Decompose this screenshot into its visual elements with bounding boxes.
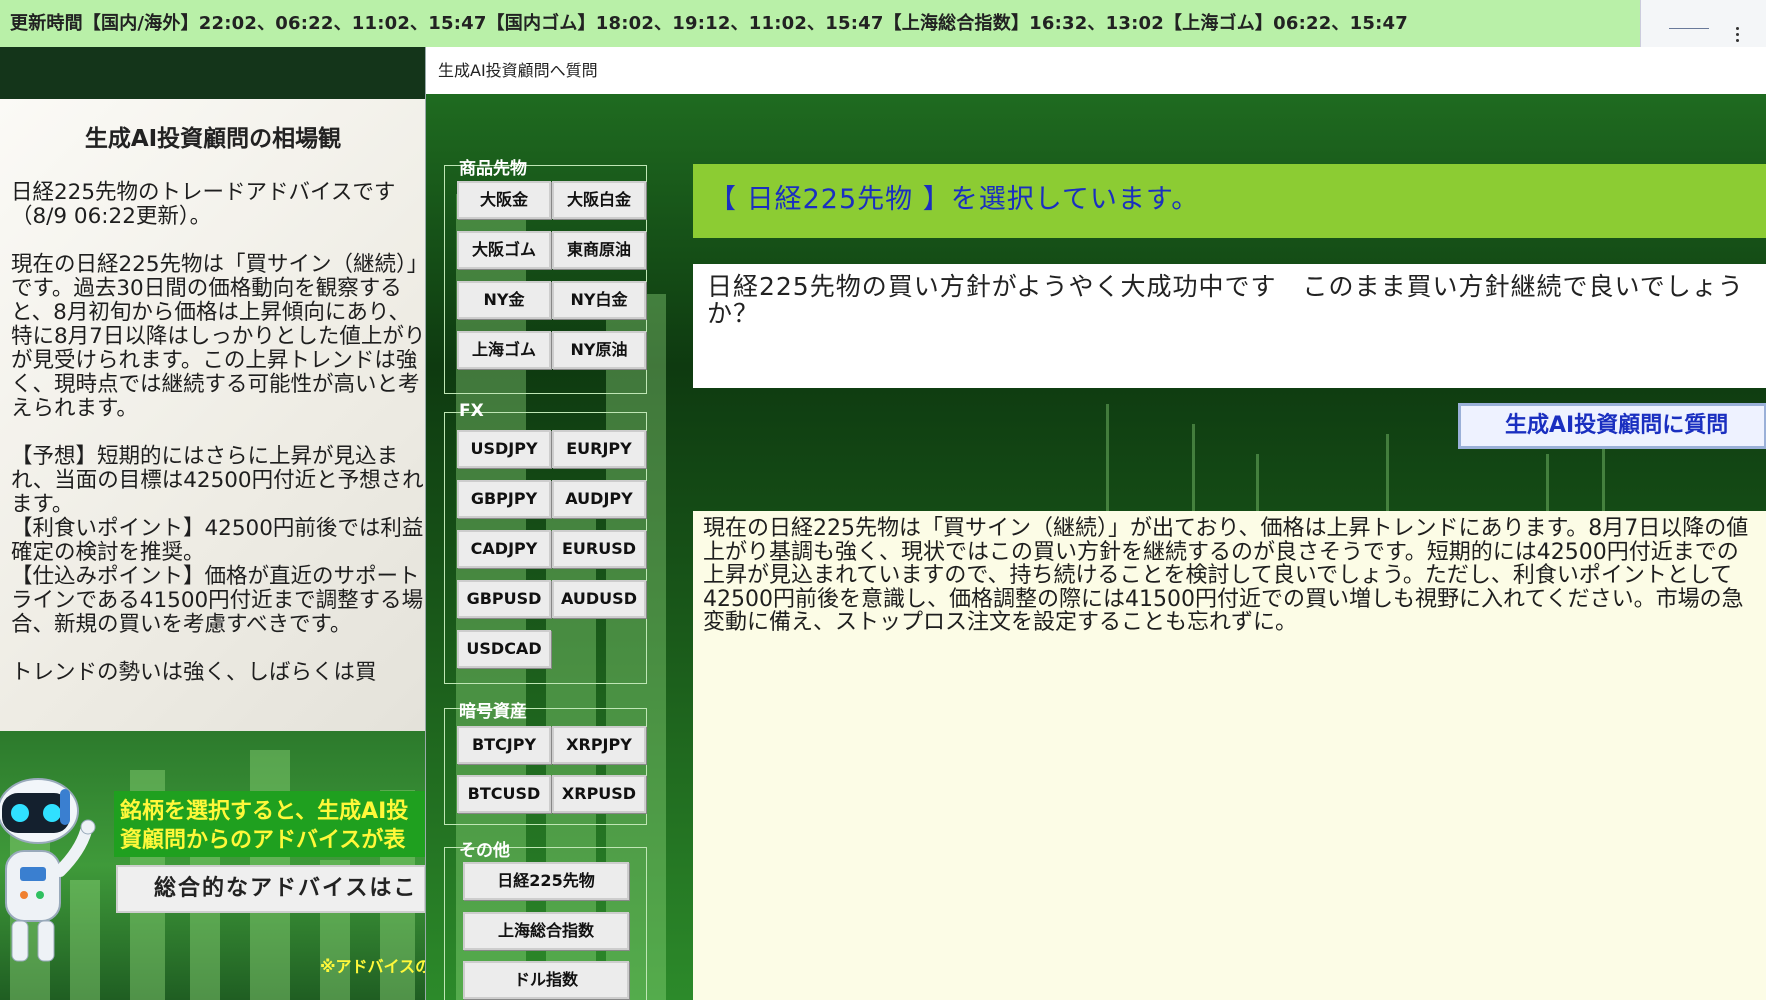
market-view-text: 日経225先物のトレードアドバイスです（8/9 06:22更新）。 現在の日経2… xyxy=(11,180,426,685)
osaka-gold-button[interactable]: 大阪金 xyxy=(457,181,551,219)
shanghai-rubber-button[interactable]: 上海ゴム xyxy=(457,331,551,369)
audjpy-button[interactable]: AUDJPY xyxy=(552,480,646,518)
dialog-body: 商品先物 大阪金 大阪白金 大阪ゴム 東商原油 NY金 NY白金 上海ゴム NY… xyxy=(426,94,1766,1000)
fx-group: FX USDJPY EURJPY GBPJPY AUDJPY CADJPY EU… xyxy=(444,401,647,684)
question-input[interactable]: 日経225先物の買い方針がようやく大成功中です このまま買い方針継続で良いでしょ… xyxy=(693,264,1766,388)
eurusd-button[interactable]: EURUSD xyxy=(552,530,646,568)
guide-area: 銘柄を選択すると、生成AI投資顧問からのアドバイスが表示されます。 総合的なアド… xyxy=(0,731,426,1000)
cadjpy-button[interactable]: CADJPY xyxy=(457,530,551,568)
ai-question-dialog: 生成AI投資顧問へ質問 商品先物 大阪金 大阪白金 大阪ゴム 東商原油 NY金 … xyxy=(425,47,1766,1000)
usdcad-button[interactable]: USDCAD xyxy=(457,630,551,668)
osaka-rubber-button[interactable]: 大阪ゴム xyxy=(457,231,551,269)
market-view-panel: 生成AI投資顧問の相場観 日経225先物のトレードアドバイスです（8/9 06:… xyxy=(0,99,426,731)
answer-text: 現在の日経225先物は「買サイン（継続）」が出ており、価格は上昇トレンドにありま… xyxy=(693,511,1766,1000)
eurjpy-button[interactable]: EURJPY xyxy=(552,430,646,468)
dialog-title: 生成AI投資顧問へ質問 xyxy=(426,47,1766,94)
update-time-ticker: 更新時間【国内/海外】22:02、06:22、11:02、15:47【国内ゴム】… xyxy=(0,0,1640,47)
dollar-index-button[interactable]: ドル指数 xyxy=(463,961,629,999)
ny-platinum-button[interactable]: NY白金 xyxy=(552,281,646,319)
btcusd-button[interactable]: BTCUSD xyxy=(457,775,551,813)
other-group-label: その他 xyxy=(459,841,510,861)
xrpusd-button[interactable]: XRPUSD xyxy=(552,775,646,813)
shanghai-composite-button[interactable]: 上海総合指数 xyxy=(463,912,629,950)
usdjpy-button[interactable]: USDJPY xyxy=(457,430,551,468)
ny-crude-button[interactable]: NY原油 xyxy=(552,331,646,369)
gbpusd-button[interactable]: GBPUSD xyxy=(457,580,551,618)
xrpjpy-button[interactable]: XRPJPY xyxy=(552,726,646,764)
nikkei225-futures-button[interactable]: 日経225先物 xyxy=(463,862,629,900)
advice-note: ※アドバイスの xyxy=(320,957,426,976)
other-group: その他 日経225先物 上海総合指数 ドル指数 xyxy=(444,841,647,1000)
robot-mascot-icon xyxy=(0,778,96,962)
crypto-group-label: 暗号資産 xyxy=(459,702,527,722)
market-view-title: 生成AI投資顧問の相場観 xyxy=(84,126,342,152)
crypto-group: 暗号資産 BTCJPY XRPJPY BTCUSD XRPUSD xyxy=(444,702,647,825)
selected-symbol-text: 【 日経225先物 】を選択しています。 xyxy=(709,184,1200,215)
osaka-platinum-button[interactable]: 大阪白金 xyxy=(552,181,646,219)
overall-advice-button[interactable]: 総合的なアドバイスはこ xyxy=(116,865,426,913)
gbpjpy-button[interactable]: GBPJPY xyxy=(457,480,551,518)
more-options-icon[interactable] xyxy=(1733,24,1741,42)
btcjpy-button[interactable]: BTCJPY xyxy=(457,726,551,764)
left-header-strip xyxy=(0,47,426,99)
commodities-group-label: 商品先物 xyxy=(459,159,527,179)
ask-ai-advisor-button[interactable]: 生成AI投資顧問に質問 xyxy=(1458,403,1766,449)
selected-symbol-banner: 【 日経225先物 】を選択しています。 xyxy=(693,164,1766,238)
guide-message: 銘柄を選択すると、生成AI投資顧問からのアドバイスが表示されます。 xyxy=(114,791,426,857)
window-corner-controls xyxy=(1640,0,1766,47)
audusd-button[interactable]: AUDUSD xyxy=(552,580,646,618)
commodities-group: 商品先物 大阪金 大阪白金 大阪ゴム 東商原油 NY金 NY白金 上海ゴム NY… xyxy=(444,159,647,394)
minimize-line-icon[interactable] xyxy=(1669,28,1709,39)
ny-gold-button[interactable]: NY金 xyxy=(457,281,551,319)
fx-group-label: FX xyxy=(459,401,484,421)
tocom-crude-button[interactable]: 東商原油 xyxy=(552,231,646,269)
